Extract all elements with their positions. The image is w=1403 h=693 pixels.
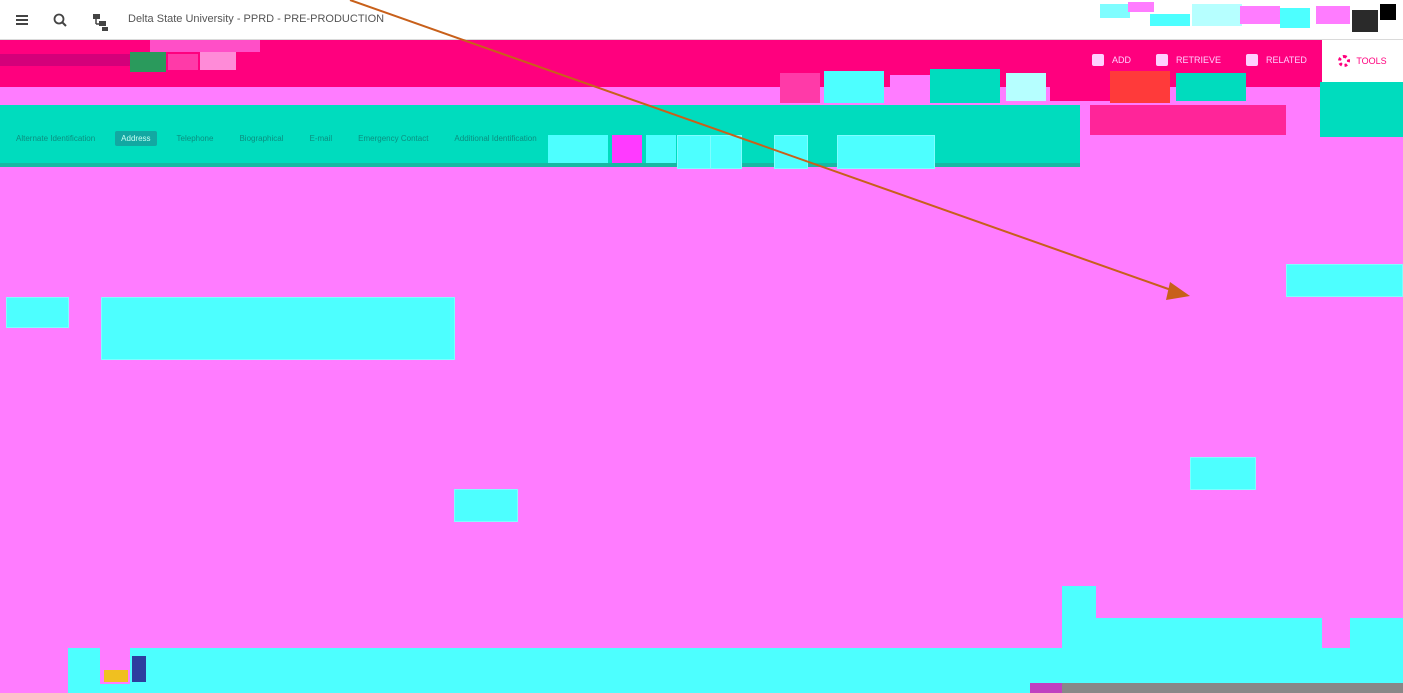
menu-icon[interactable] xyxy=(14,12,30,28)
tools-button[interactable]: TOOLS xyxy=(1322,40,1403,82)
tab-emergency-contact[interactable]: Emergency Contact xyxy=(352,131,434,146)
status-region xyxy=(1350,618,1403,693)
related-panel xyxy=(1320,82,1403,137)
form-field[interactable] xyxy=(1190,457,1256,490)
add-label: ADD xyxy=(1112,55,1132,65)
tab-list: Alternate Identification Address Telepho… xyxy=(10,131,543,146)
corrupted-region xyxy=(200,52,236,70)
institution-title: Delta State University - PPRD - PRE-PROD… xyxy=(128,13,385,25)
actions-panel xyxy=(1090,105,1286,135)
form-field[interactable] xyxy=(6,297,69,328)
screen: Delta State University - PPRD - PRE-PROD… xyxy=(0,0,1403,693)
tab-additional-identification[interactable]: Additional Identification xyxy=(448,131,542,146)
form-box xyxy=(710,135,742,169)
corrupted-region xyxy=(1030,683,1062,693)
corrupted-region xyxy=(1254,586,1284,616)
form-field[interactable] xyxy=(454,489,518,522)
form-box xyxy=(837,135,935,169)
related-icon xyxy=(1246,54,1258,66)
form-field[interactable] xyxy=(101,297,455,360)
corrupted-region xyxy=(780,69,1260,105)
retrieve-icon xyxy=(1156,54,1168,66)
application-header: Delta State University - PPRD - PRE-PROD… xyxy=(0,0,1403,40)
gear-icon xyxy=(1338,55,1351,67)
add-icon xyxy=(1092,54,1104,66)
tab-address[interactable]: Address xyxy=(115,131,157,146)
related-button[interactable]: RELATED xyxy=(1246,54,1307,66)
corrupted-region xyxy=(150,40,260,52)
form-field[interactable] xyxy=(1286,264,1403,297)
key-block xyxy=(0,69,1320,105)
add-button[interactable]: ADD xyxy=(1092,54,1131,66)
tab-biographical[interactable]: Biographical xyxy=(233,131,289,146)
corrupted-region xyxy=(168,54,198,70)
retrieve-button[interactable]: RETRIEVE xyxy=(1156,54,1221,66)
corrupted-region xyxy=(130,52,166,72)
status-progress xyxy=(1062,683,1403,693)
related-label: RELATED xyxy=(1266,55,1307,65)
corrupted-region xyxy=(132,656,146,682)
corrupted-region xyxy=(104,670,128,682)
form-box xyxy=(677,135,711,169)
tab-email[interactable]: E-mail xyxy=(303,131,338,146)
retrieve-label: RETRIEVE xyxy=(1176,55,1222,65)
tools-label: TOOLS xyxy=(1356,56,1387,66)
tab-telephone[interactable]: Telephone xyxy=(171,131,220,146)
page-title-strip xyxy=(0,54,130,66)
search-icon[interactable] xyxy=(52,12,68,28)
corrupted-region xyxy=(1090,0,1403,40)
sitemap-icon[interactable] xyxy=(90,12,110,32)
status-region xyxy=(68,648,1062,693)
tab-alternate-identification[interactable]: Alternate Identification xyxy=(10,131,101,146)
status-region xyxy=(1062,618,1322,693)
form-box xyxy=(774,135,808,169)
